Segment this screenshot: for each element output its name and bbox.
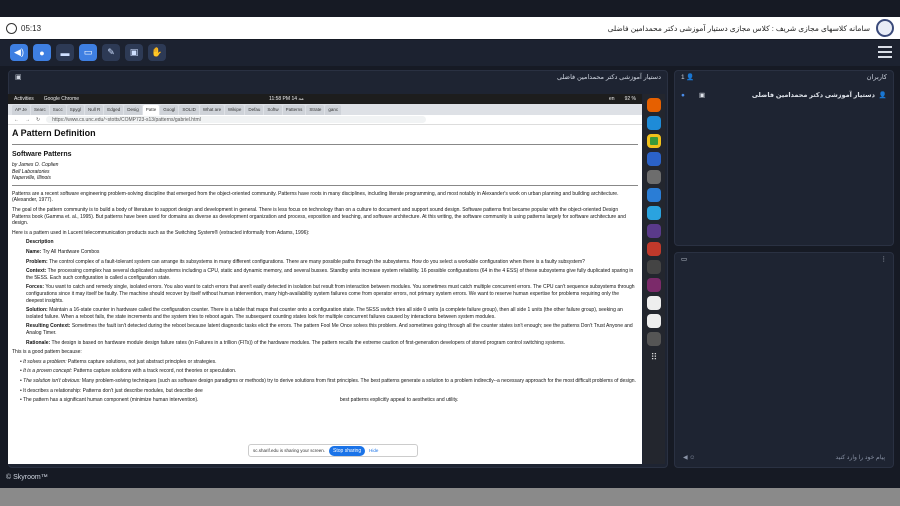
panel-header: دستیار آموزشی دکتر محمدامین فاضلی ▣ xyxy=(9,71,667,83)
more-icon[interactable]: ⋮ xyxy=(881,255,888,263)
hide-button[interactable]: Hide xyxy=(369,448,378,453)
browser-tab[interactable]: Defau xyxy=(245,104,264,115)
clock-icon xyxy=(6,22,17,34)
browser-tab[interactable]: Wikipe xyxy=(224,104,245,115)
chat-panel: ▭ ⋮ پیام خود را وارد کنید ◀ ☺ xyxy=(674,252,894,468)
document-icon[interactable] xyxy=(647,296,661,310)
screen-share-icon[interactable]: ▭ xyxy=(79,44,97,61)
trash-icon[interactable] xyxy=(647,332,661,346)
byline: by James O. Coplien Bell Laboratories Na… xyxy=(12,162,59,182)
sharif-logo xyxy=(876,19,894,37)
top-bar: 05:13 سامانه کلاسهای مجازی شریف : کلاس م… xyxy=(0,17,900,39)
stop-sharing-button[interactable]: Stop sharing xyxy=(329,445,366,456)
forward-icon[interactable]: → xyxy=(25,117,30,123)
users-header: کاربران 👤 1 xyxy=(675,71,893,83)
web-document: A Pattern Definition Software Patterns b… xyxy=(12,128,638,464)
hand-icon[interactable]: ✋ xyxy=(148,44,166,61)
battery-status: 92 % xyxy=(624,96,636,102)
browser-tab[interactable]: Desig xyxy=(124,104,142,115)
lock-icon[interactable]: ▣ xyxy=(125,44,143,61)
pen-icon[interactable]: ✎ xyxy=(102,44,120,61)
hamburger-menu-icon[interactable] xyxy=(878,46,892,58)
keyboard-lang: en xyxy=(609,96,615,102)
browser-tab[interactable]: Patte xyxy=(142,104,160,115)
shared-screen: Activities Google Chrome 11:58 PM مه 14 … xyxy=(8,94,642,464)
url-field[interactable]: https://www.cs.unc.edu/~stotts/COMP723-s… xyxy=(46,116,427,123)
browser-tab[interactable]: SOLID xyxy=(179,104,199,115)
chat-placeholder: پیام خود را وارد کنید xyxy=(835,454,886,461)
ubuntu-top-bar: Activities Google Chrome 11:58 PM مه 14 … xyxy=(8,94,642,104)
users-panel: کاربران 👤 1 👤 دستیار آموزشی دکتر محمدامی… xyxy=(674,70,894,246)
session-timer: 05:13 xyxy=(6,17,41,39)
paragraph: Here is a pattern used in Lucent telecom… xyxy=(12,229,310,236)
user-name: دستیار آموزشی دکتر محمدامین فاضلی xyxy=(751,92,875,99)
bullet-list: • It solves a problem: Patterns capture … xyxy=(20,358,636,404)
back-icon[interactable]: ← xyxy=(14,117,19,123)
browser-tab[interactable]: Strate xyxy=(306,104,325,115)
browser-tab[interactable]: Null R xyxy=(84,104,104,115)
text-editor-icon[interactable] xyxy=(647,314,661,328)
browser-tab[interactable]: Searc xyxy=(30,104,49,115)
user-avatar-icon: 👤 xyxy=(878,92,887,99)
address-bar: ← → ↻ https://www.cs.unc.edu/~stotts/COM… xyxy=(8,115,642,125)
chrome-icon[interactable] xyxy=(647,134,661,148)
browser-tab[interactable]: AP Je xyxy=(12,104,30,115)
divider xyxy=(12,184,638,186)
browser-tab[interactable]: ganc xyxy=(325,104,342,115)
bottom-strip xyxy=(0,488,900,506)
monitor-icon: ▣ xyxy=(15,74,22,81)
sharing-text: sc.sharif.edu is sharing your screen. xyxy=(253,448,326,453)
chat-header: ▭ ⋮ xyxy=(675,253,893,265)
divider xyxy=(12,143,638,145)
app-name: Google Chrome xyxy=(43,96,80,102)
purple-app-icon[interactable] xyxy=(647,224,661,238)
browser-tab[interactable]: Patterns xyxy=(282,104,306,115)
speaker-icon[interactable]: ◀) xyxy=(10,44,28,61)
paragraph: This is a good pattern because: xyxy=(12,349,82,356)
show-apps-icon[interactable]: ⠿ xyxy=(647,350,661,364)
browser-tabs: AP Je Searc Succ Spygl Null R Edged Desig Patte… xyxy=(8,104,642,115)
files-icon[interactable] xyxy=(647,170,661,184)
paragraph: Patterns are a recent software engineeri… xyxy=(12,190,619,204)
screen-icon: ▣ xyxy=(698,92,706,99)
firefox-icon[interactable] xyxy=(647,98,661,112)
timer-text: 05:13 xyxy=(21,23,42,33)
users-title: کاربران xyxy=(866,74,887,81)
paragraph: The goal of the pattern community is to … xyxy=(12,207,626,227)
camera-off-icon[interactable]: ▬ xyxy=(56,44,74,61)
browser-tab[interactable]: Spygl xyxy=(66,104,84,115)
reload-icon[interactable]: ↻ xyxy=(36,117,40,123)
edge-icon[interactable] xyxy=(647,116,661,130)
browser-tab[interactable]: Softw xyxy=(264,104,282,115)
telegram-icon[interactable] xyxy=(647,206,661,220)
page-title: سامانه کلاسهای مجازی شریف : کلاس مجازی د… xyxy=(607,23,870,33)
chat-icon: ▭ xyxy=(681,256,688,263)
activities-button[interactable]: Activities xyxy=(14,96,34,102)
pattern-description: Description Name: Try All Hardware Combo… xyxy=(26,239,635,346)
blue-app-icon[interactable] xyxy=(647,152,661,166)
app-icon[interactable] xyxy=(647,260,661,274)
doc-heading: A Pattern Definition xyxy=(12,128,96,138)
microphone-icon[interactable]: ● xyxy=(33,44,51,61)
toolbar: ◀) ● ▬ ▭ ✎ ▣ ✋ xyxy=(0,40,900,66)
user-item[interactable]: 👤 دستیار آموزشی دکتر محمدامین فاضلی ▣ ● xyxy=(681,89,887,101)
users-count: 👤 1 xyxy=(681,74,695,81)
doc-subheading: Software Patterns xyxy=(12,150,72,158)
browser-tab[interactable]: Googl xyxy=(160,104,179,115)
sharing-notification: sc.sharif.edu is sharing your screen. St… xyxy=(248,444,418,457)
panel-title: دستیار آموزشی دکتر محمدامین فاضلی xyxy=(556,74,661,81)
red-app-icon[interactable] xyxy=(647,242,661,256)
ubuntu-dock: ⠿ xyxy=(643,94,665,464)
jetbrains-icon[interactable] xyxy=(647,278,661,292)
browser-tab[interactable]: What are xyxy=(199,104,224,115)
send-icon[interactable]: ◀ ☺ xyxy=(683,454,695,461)
chat-input[interactable]: پیام خود را وارد کنید ◀ ☺ xyxy=(679,451,889,463)
mic-icon: ● xyxy=(681,91,685,99)
vscode-icon[interactable] xyxy=(647,188,661,202)
footer: © Skyroom™ xyxy=(6,474,48,481)
browser-tab[interactable]: Edged xyxy=(104,104,124,115)
browser-tab[interactable]: Succ xyxy=(49,104,66,115)
desktop-clock: 11:58 PM مه 14 xyxy=(269,96,304,102)
